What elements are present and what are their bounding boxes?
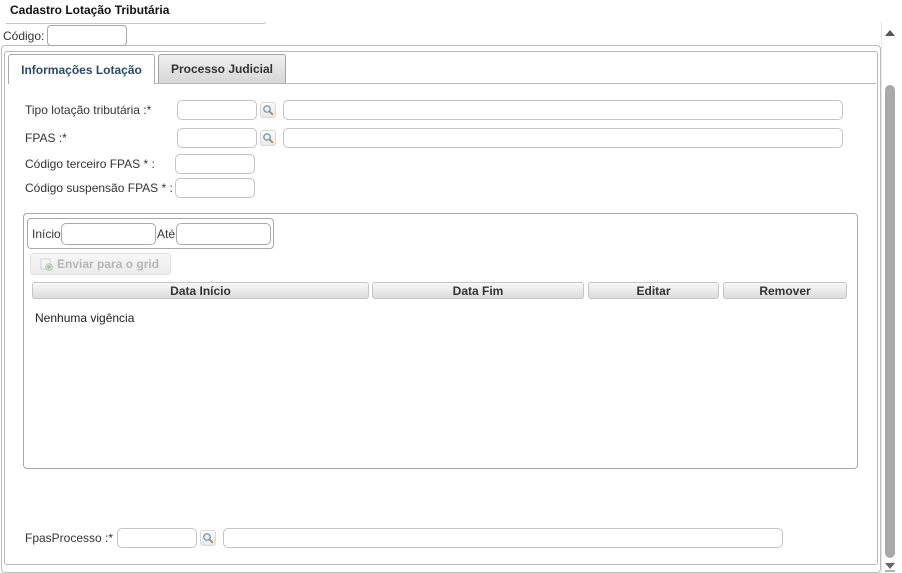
add-icon: [40, 258, 53, 271]
codigo-input[interactable]: [47, 25, 127, 46]
fpas-processo-code-input[interactable]: [117, 528, 197, 548]
vigencia-panel: [23, 213, 858, 469]
empty-grid-message: Nenhuma vigência: [35, 311, 135, 325]
window-title-bar: Cadastro Lotação Tributária: [0, 0, 880, 24]
codigo-terceiro-input[interactable]: [175, 154, 255, 174]
codigo-suspensao-input[interactable]: [175, 178, 255, 198]
inicio-date-input[interactable]: [61, 223, 156, 245]
tab-processo-judicial[interactable]: Processo Judicial: [158, 54, 286, 83]
ate-date-input[interactable]: [176, 223, 271, 245]
tab-informacoes-lotacao[interactable]: Informações Lotação: [8, 54, 155, 84]
tipo-lotacao-description-input[interactable]: [283, 100, 843, 120]
column-header-data-fim[interactable]: Data Fim: [372, 282, 584, 299]
search-icon[interactable]: [260, 102, 276, 118]
search-icon[interactable]: [200, 530, 216, 546]
scrollbar-thumb[interactable]: [885, 85, 895, 558]
fpas-processo-description-input[interactable]: [223, 528, 783, 548]
codigo-suspensao-label: Código suspensão FPAS * :: [25, 181, 173, 195]
column-header-data-inicio[interactable]: Data Início: [32, 282, 369, 299]
tipo-lotacao-code-input[interactable]: [177, 100, 257, 120]
inicio-label: Início: [32, 227, 61, 241]
fpas-label: FPAS :*: [25, 131, 67, 145]
send-to-grid-label: Enviar para o grid: [57, 257, 160, 271]
title-divider: [6, 22, 266, 24]
codigo-label: Código:: [3, 29, 45, 43]
window-title: Cadastro Lotação Tributária: [10, 3, 170, 17]
search-icon[interactable]: [260, 130, 276, 146]
column-header-remover[interactable]: Remover: [723, 282, 847, 299]
tipo-lotacao-label: Tipo lotação tributária :*: [25, 103, 152, 117]
scroll-up-arrow-icon[interactable]: [884, 28, 896, 38]
ate-label: Até: [157, 227, 176, 241]
send-to-grid-button[interactable]: Enviar para o grid: [30, 253, 171, 275]
fpas-description-input[interactable]: [283, 128, 843, 148]
fpas-code-input[interactable]: [177, 128, 257, 148]
fpas-processo-label: FpasProcesso :*: [25, 531, 114, 545]
codigo-terceiro-label: Código terceiro FPAS * :: [25, 157, 155, 171]
resize-grip-icon[interactable]: [883, 560, 897, 572]
column-header-editar[interactable]: Editar: [588, 282, 719, 299]
